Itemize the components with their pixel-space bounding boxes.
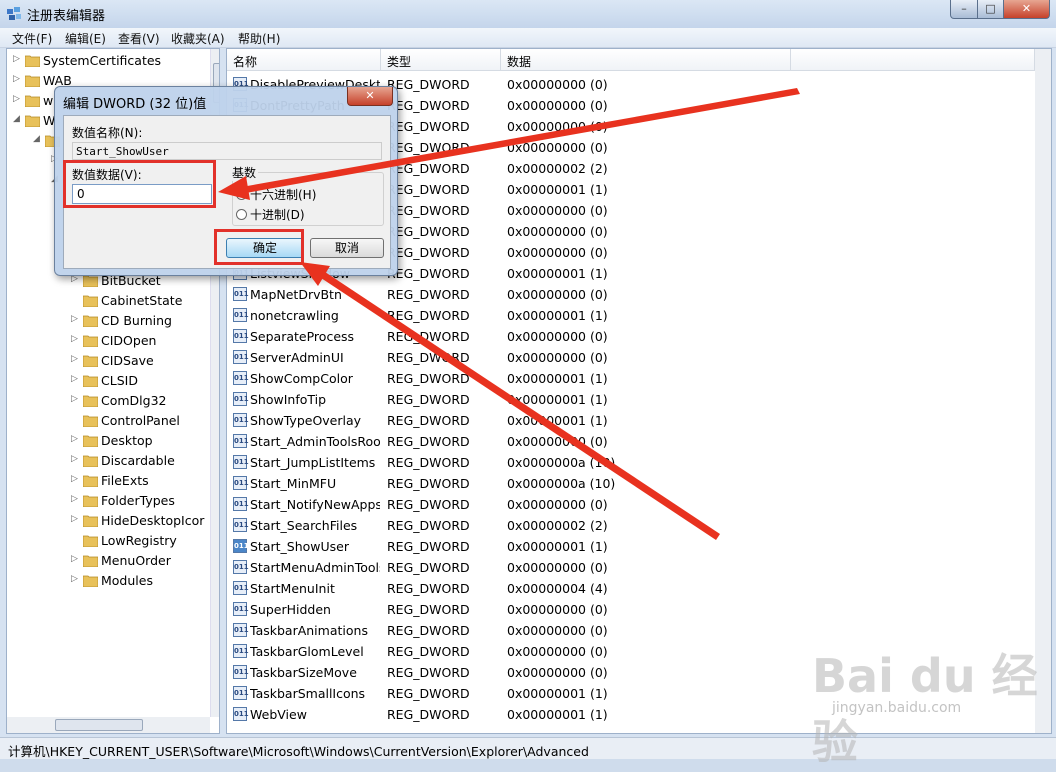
arrow-head-data-field [218,176,250,200]
regedit-window: 注册表编辑器 – □ ✕ 文件(F) 编辑(E) 查看(V) 收藏夹(A) 帮助… [0,0,1056,769]
annotation-arrows [218,88,800,540]
arrow-to-ok-button [312,266,720,540]
arrow-to-data-field [236,88,800,194]
